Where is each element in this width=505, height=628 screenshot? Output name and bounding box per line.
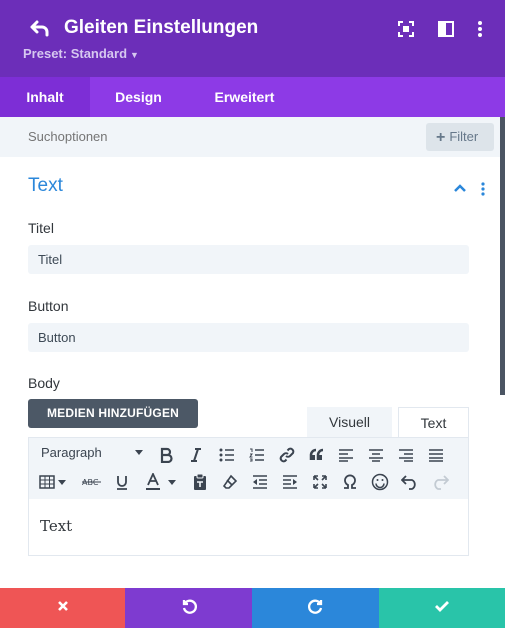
bullet-list-icon[interactable] — [216, 444, 238, 466]
editor-text: Text — [40, 517, 73, 535]
settings-tabs: Inhalt Design Erweitert — [0, 77, 505, 117]
redo-icon[interactable] — [429, 471, 451, 493]
outdent-icon[interactable] — [249, 471, 271, 493]
tab-text[interactable]: Text — [398, 407, 469, 437]
tab-erweitert[interactable]: Erweitert — [187, 77, 302, 117]
align-left-icon[interactable] — [335, 444, 357, 466]
titel-label: Titel — [28, 220, 54, 236]
preset-label: Preset: Standard — [23, 46, 128, 61]
button-label: Button — [28, 298, 69, 314]
filter-label: Filter — [449, 129, 479, 144]
blockquote-icon[interactable] — [306, 444, 328, 466]
special-char-icon[interactable] — [339, 471, 361, 493]
tab-inhalt[interactable]: Inhalt — [0, 77, 90, 117]
strikethrough-icon[interactable]: ABC — [81, 471, 103, 493]
align-right-icon[interactable] — [395, 444, 417, 466]
tab-visual[interactable]: Visuell — [307, 407, 392, 437]
body-label: Body — [28, 375, 60, 391]
titel-input[interactable] — [28, 245, 469, 274]
modal-header: Gleiten Einstellungen Preset: Standard ▼ — [0, 0, 505, 77]
format-select[interactable]: Paragraph — [41, 445, 102, 460]
editor-toolbar: Paragraph ABC — [28, 437, 469, 499]
undo-icon — [181, 598, 197, 619]
align-center-icon[interactable] — [365, 444, 387, 466]
scrollbar[interactable] — [500, 117, 505, 395]
clear-format-icon[interactable] — [219, 471, 241, 493]
section-title[interactable]: Text — [28, 175, 63, 197]
redo-icon — [307, 598, 324, 619]
tab-design[interactable]: Design — [90, 77, 187, 117]
save-button[interactable] — [379, 588, 505, 628]
caret-down-icon[interactable] — [56, 471, 68, 493]
footer-actions — [0, 588, 505, 628]
numbered-list-icon[interactable] — [246, 444, 268, 466]
justify-icon[interactable] — [425, 444, 447, 466]
filter-button[interactable]: + Filter — [426, 123, 494, 151]
more-vertical-icon[interactable] — [475, 20, 485, 38]
undo-button[interactable] — [125, 588, 252, 628]
italic-icon[interactable] — [185, 444, 207, 466]
split-view-icon[interactable] — [437, 20, 455, 38]
chevron-up-icon[interactable] — [452, 181, 468, 195]
text-color-icon[interactable] — [142, 471, 164, 493]
fullscreen-icon[interactable] — [309, 471, 331, 493]
emoji-icon[interactable] — [369, 471, 391, 493]
add-media-button[interactable]: MEDIEN HINZUFÜGEN — [28, 399, 198, 428]
close-icon — [57, 599, 69, 617]
search-input[interactable] — [28, 129, 328, 144]
indent-icon[interactable] — [279, 471, 301, 493]
undo-icon[interactable] — [399, 471, 421, 493]
paste-text-icon[interactable] — [189, 471, 211, 493]
caret-down-icon[interactable] — [165, 471, 179, 493]
underline-icon[interactable] — [111, 471, 133, 493]
table-icon[interactable] — [36, 471, 58, 493]
section-menu-icon[interactable] — [479, 181, 487, 197]
discard-button[interactable] — [0, 588, 125, 628]
search-bar: +Filter — [0, 117, 500, 157]
bold-icon[interactable] — [155, 444, 177, 466]
plus-icon: + — [436, 129, 446, 146]
redo-button[interactable] — [252, 588, 379, 628]
link-icon[interactable] — [276, 444, 298, 466]
modal-title: Gleiten Einstellungen — [64, 17, 259, 38]
editor-content[interactable]: Text — [28, 499, 469, 556]
check-icon — [434, 599, 450, 617]
caret-down-icon: ▼ — [130, 50, 139, 60]
back-arrow-icon[interactable] — [28, 18, 52, 42]
preset-selector[interactable]: Preset: Standard ▼ — [23, 46, 139, 61]
focus-mode-icon[interactable] — [397, 20, 415, 38]
caret-down-icon — [135, 450, 143, 455]
button-input[interactable] — [28, 323, 469, 352]
